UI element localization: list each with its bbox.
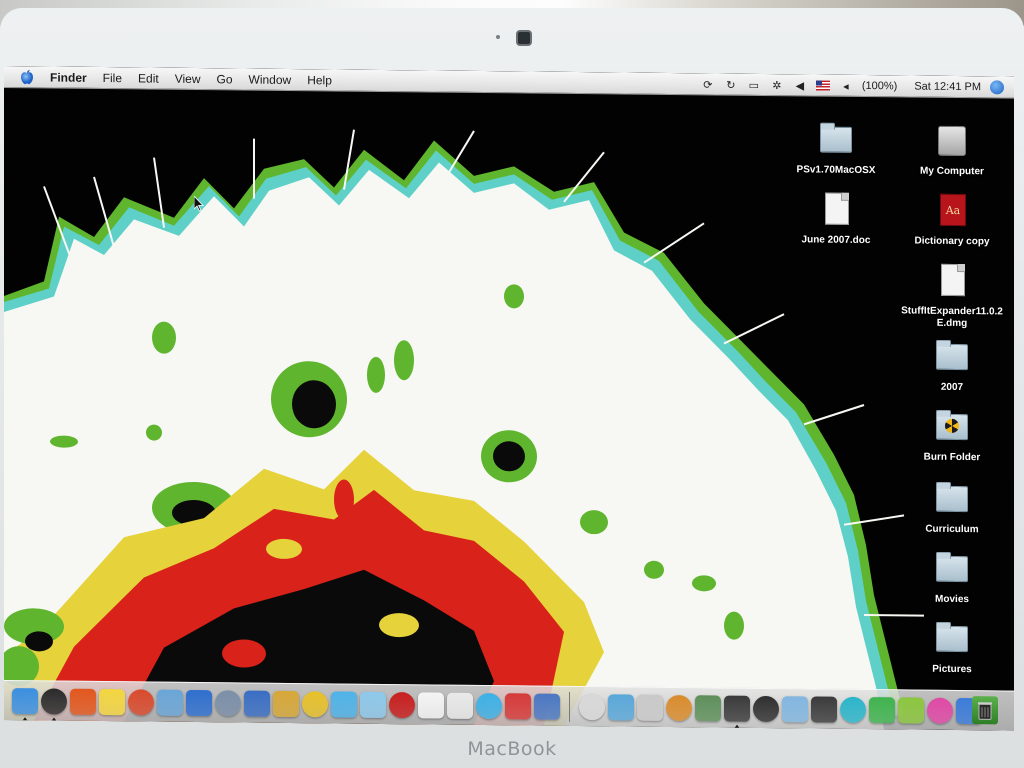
mail-dock-icon[interactable]	[505, 692, 531, 720]
hard-drive-icon	[932, 122, 972, 162]
letter-w-dock-icon[interactable]	[869, 696, 895, 723]
dashboard-dock-icon[interactable]	[608, 693, 634, 721]
burn-folder-icon	[932, 408, 972, 448]
mouse-cursor-icon	[194, 195, 204, 212]
tool-dock-icon[interactable]	[782, 695, 808, 722]
desktop-icon-my-computer[interactable]: My Computer	[896, 121, 1008, 178]
menu-edit[interactable]: Edit	[130, 67, 167, 89]
finder-dock-icon[interactable]	[12, 687, 38, 714]
menu-clock[interactable]: Sat 12:41 PM	[914, 81, 981, 94]
utility-dock-icon[interactable]	[637, 694, 663, 721]
folder-icon	[816, 121, 856, 161]
menu-app-name[interactable]: Finder	[38, 66, 95, 88]
dvd-player-dock-icon[interactable]	[41, 687, 67, 715]
console-dock-icon[interactable]	[724, 695, 750, 722]
chart-dock-icon[interactable]	[753, 695, 779, 722]
blank-dock-icon[interactable]	[579, 693, 605, 720]
menu-file[interactable]: File	[95, 66, 130, 88]
spotlight-icon[interactable]	[990, 80, 1004, 95]
magnifier-dock-icon[interactable]	[447, 692, 473, 719]
preview-dock-icon[interactable]	[157, 689, 183, 716]
folder-icon	[932, 550, 972, 590]
apple-menu[interactable]	[16, 68, 38, 86]
macbook-brand-label: MacBook	[467, 738, 557, 760]
desktop-icon-pictures[interactable]: Pictures	[896, 619, 1008, 676]
display-icon[interactable]: ▭	[747, 78, 761, 92]
battery-icon[interactable]: ◂	[839, 79, 853, 93]
ichat-dock-icon[interactable]	[476, 692, 502, 719]
us-flag-icon[interactable]	[815, 80, 830, 91]
textedit-dock-icon[interactable]	[128, 688, 154, 716]
keynote-dock-icon[interactable]	[244, 690, 270, 717]
desktop-icon-label: Burn Folder	[923, 451, 981, 464]
folder-icon	[932, 338, 972, 378]
desktop-icon-burn-folder[interactable]: Burn Folder	[896, 407, 1008, 464]
letter-s-dock-icon[interactable]	[840, 696, 866, 723]
desktop-icon-curriculum[interactable]: Curriculum	[896, 479, 1008, 536]
desktop-icon-label: StuffItExpander11.0.2 E.dmg	[901, 305, 1003, 330]
desktop-icon-label: Curriculum	[925, 523, 979, 536]
volume-icon[interactable]: ◀	[793, 78, 807, 92]
desktop-icon-2007[interactable]: 2007	[896, 337, 1008, 394]
menu-window[interactable]: Window	[241, 68, 300, 91]
screen: Finder File Edit View Go Window Help ⟳ ↻…	[4, 66, 1014, 731]
script-editor-dock-icon[interactable]	[215, 689, 241, 716]
desktop-icon-dictionary[interactable]: Aa Dictionary copy	[896, 191, 1008, 248]
imovie-dock-icon[interactable]	[534, 693, 560, 720]
desktop-icon-label: PSv1.70MacOSX	[796, 164, 876, 177]
car-dock-icon[interactable]	[811, 695, 837, 723]
desktop-icon-june-doc[interactable]: June 2007.doc	[780, 190, 892, 247]
grapher-dock-icon[interactable]	[695, 694, 721, 722]
safari-dock-icon[interactable]	[331, 690, 357, 718]
folder-icon	[932, 480, 972, 520]
itunes-dock-icon[interactable]	[186, 689, 212, 716]
music-note-dock-icon[interactable]	[360, 691, 386, 718]
isight-camera	[516, 30, 532, 46]
ical-dock-icon[interactable]	[418, 691, 444, 719]
time-machine-icon[interactable]: ↻	[724, 78, 738, 92]
disk-image-icon	[932, 262, 972, 302]
menu-help[interactable]: Help	[299, 69, 340, 91]
garageband-dock-icon[interactable]	[302, 690, 328, 717]
dock-separator	[569, 691, 570, 722]
desktop-icon-movies[interactable]: Movies	[896, 549, 1008, 606]
menu-go[interactable]: Go	[209, 68, 241, 90]
presentation-dock-icon[interactable]	[666, 694, 692, 721]
stickies-dock-icon[interactable]	[99, 688, 125, 715]
apple-logo-icon	[21, 69, 33, 84]
dictionary-icon: Aa	[932, 192, 972, 232]
sync-icon[interactable]: ⟳	[701, 77, 715, 91]
desktop-icon-label: 2007	[940, 381, 964, 394]
letter-p-dock-icon[interactable]	[927, 697, 953, 724]
document-icon	[816, 191, 856, 231]
letter-x-dock-icon[interactable]	[898, 696, 924, 724]
desktop-icon-label: Dictionary copy	[914, 235, 990, 248]
battery-percent[interactable]: (100%)	[862, 80, 897, 92]
microphone-dot	[496, 35, 500, 39]
folder-icon	[932, 620, 972, 660]
desktop-icon-label: June 2007.doc	[801, 234, 871, 247]
photo-booth-dock-icon[interactable]	[389, 691, 415, 718]
desktop-icon-label: Movies	[935, 593, 969, 606]
bluetooth-icon[interactable]: ✲	[770, 78, 784, 92]
desktop-icon-psv[interactable]: PSv1.70MacOSX	[780, 120, 892, 177]
trash-icon[interactable]	[972, 696, 998, 725]
menu-extras: ⟳ ↻ ▭ ✲ ◀ ◂ (100%) Sat 12:41 PM	[701, 73, 1004, 98]
desktop-icon-label: My Computer	[920, 165, 984, 178]
menu-view[interactable]: View	[167, 67, 209, 89]
desktop-icon-stuffit-dmg[interactable]: StuffItExpander11.0.2 E.dmg	[896, 261, 1008, 330]
firefox-dock-icon[interactable]	[70, 688, 96, 715]
folders-dock-icon[interactable]	[273, 690, 299, 717]
desktop-icon-label: Pictures	[932, 663, 972, 676]
